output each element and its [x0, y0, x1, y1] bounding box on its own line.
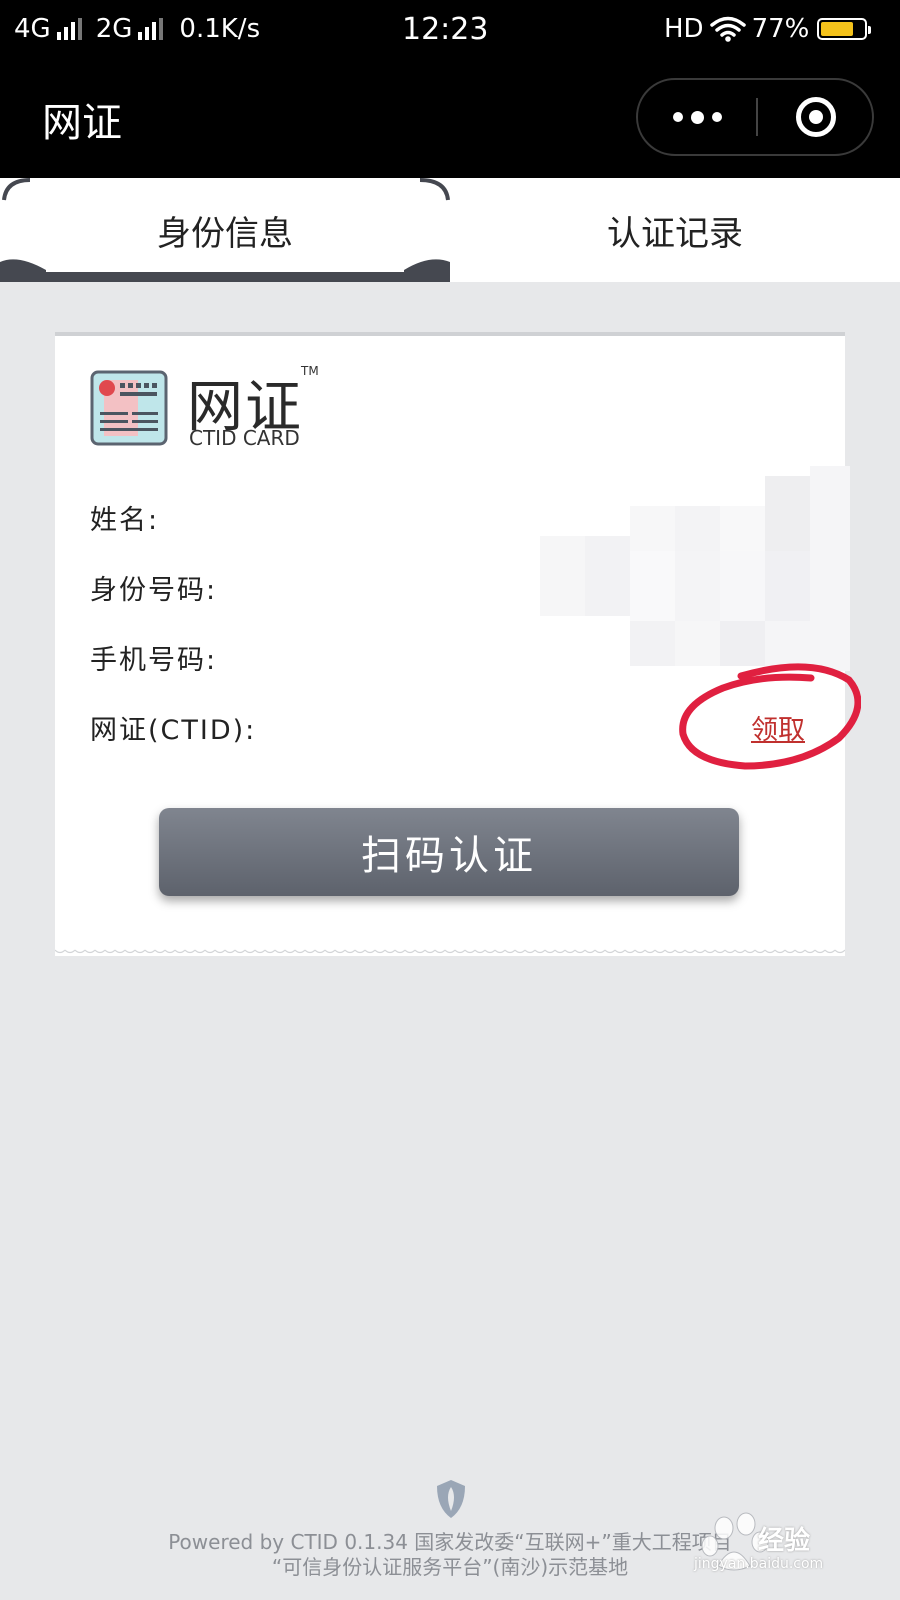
wifi-icon: [709, 16, 746, 42]
tab-auth-records[interactable]: 认证记录: [450, 178, 900, 282]
card-scalloped-edge: [55, 946, 845, 956]
field-ctid-label: 网证(CTID):: [90, 715, 257, 746]
watermark-url: jingyan.baidu.com: [694, 1556, 824, 1572]
dot-icon: [690, 110, 704, 124]
scan-verify-button[interactable]: 扫码认证: [159, 808, 739, 896]
page-title: 网证: [42, 100, 122, 146]
title-bar: 网证: [0, 60, 900, 178]
red-circle-annotation: [679, 663, 861, 770]
more-button[interactable]: [638, 80, 756, 154]
id-card-icon: [90, 370, 168, 446]
tab-bar: 身份信息 认证记录: [0, 178, 900, 282]
dot-icon: [711, 112, 722, 122]
field-phone-label: 手机号码:: [90, 645, 218, 676]
target-icon: [796, 97, 836, 137]
battery-percent: 77%: [751, 14, 810, 44]
field-id-number-label: 身份号码:: [90, 575, 218, 606]
network-speed: 0.1K/s: [179, 14, 261, 44]
status-bar: 4G 2G 0.1K/s 12:23 HD 77%: [0, 0, 900, 60]
dot-icon: [672, 112, 683, 122]
watermark-brand: 经验: [758, 1526, 811, 1556]
signal-strength-icon: [138, 18, 164, 40]
clock: 12:23: [402, 12, 489, 47]
hd-indicator: HD: [664, 14, 704, 44]
signal-group: 4G 2G 0.1K/s: [14, 14, 260, 44]
battery-icon: [817, 18, 872, 40]
redaction-mosaic: [540, 466, 850, 671]
field-name-label: 姓名:: [90, 505, 160, 536]
ctid-shield-icon: [437, 1480, 465, 1518]
tab-identity-info[interactable]: 身份信息: [0, 178, 450, 282]
identity-card: 网证 TM CTID CARD 姓名: 身份号码: 手机号码: 网证(CTID)…: [55, 332, 861, 956]
status-right: HD 77%: [664, 14, 872, 44]
close-button[interactable]: [758, 80, 874, 154]
miniprogram-capsule: [636, 78, 874, 156]
brand-logo-subtext: CTID CARD: [189, 426, 300, 450]
sim1-network: 4G: [14, 14, 51, 44]
trademark-mark: TM: [301, 364, 319, 378]
signal-strength-icon: [56, 18, 82, 40]
sim2-network: 2G: [95, 14, 133, 44]
